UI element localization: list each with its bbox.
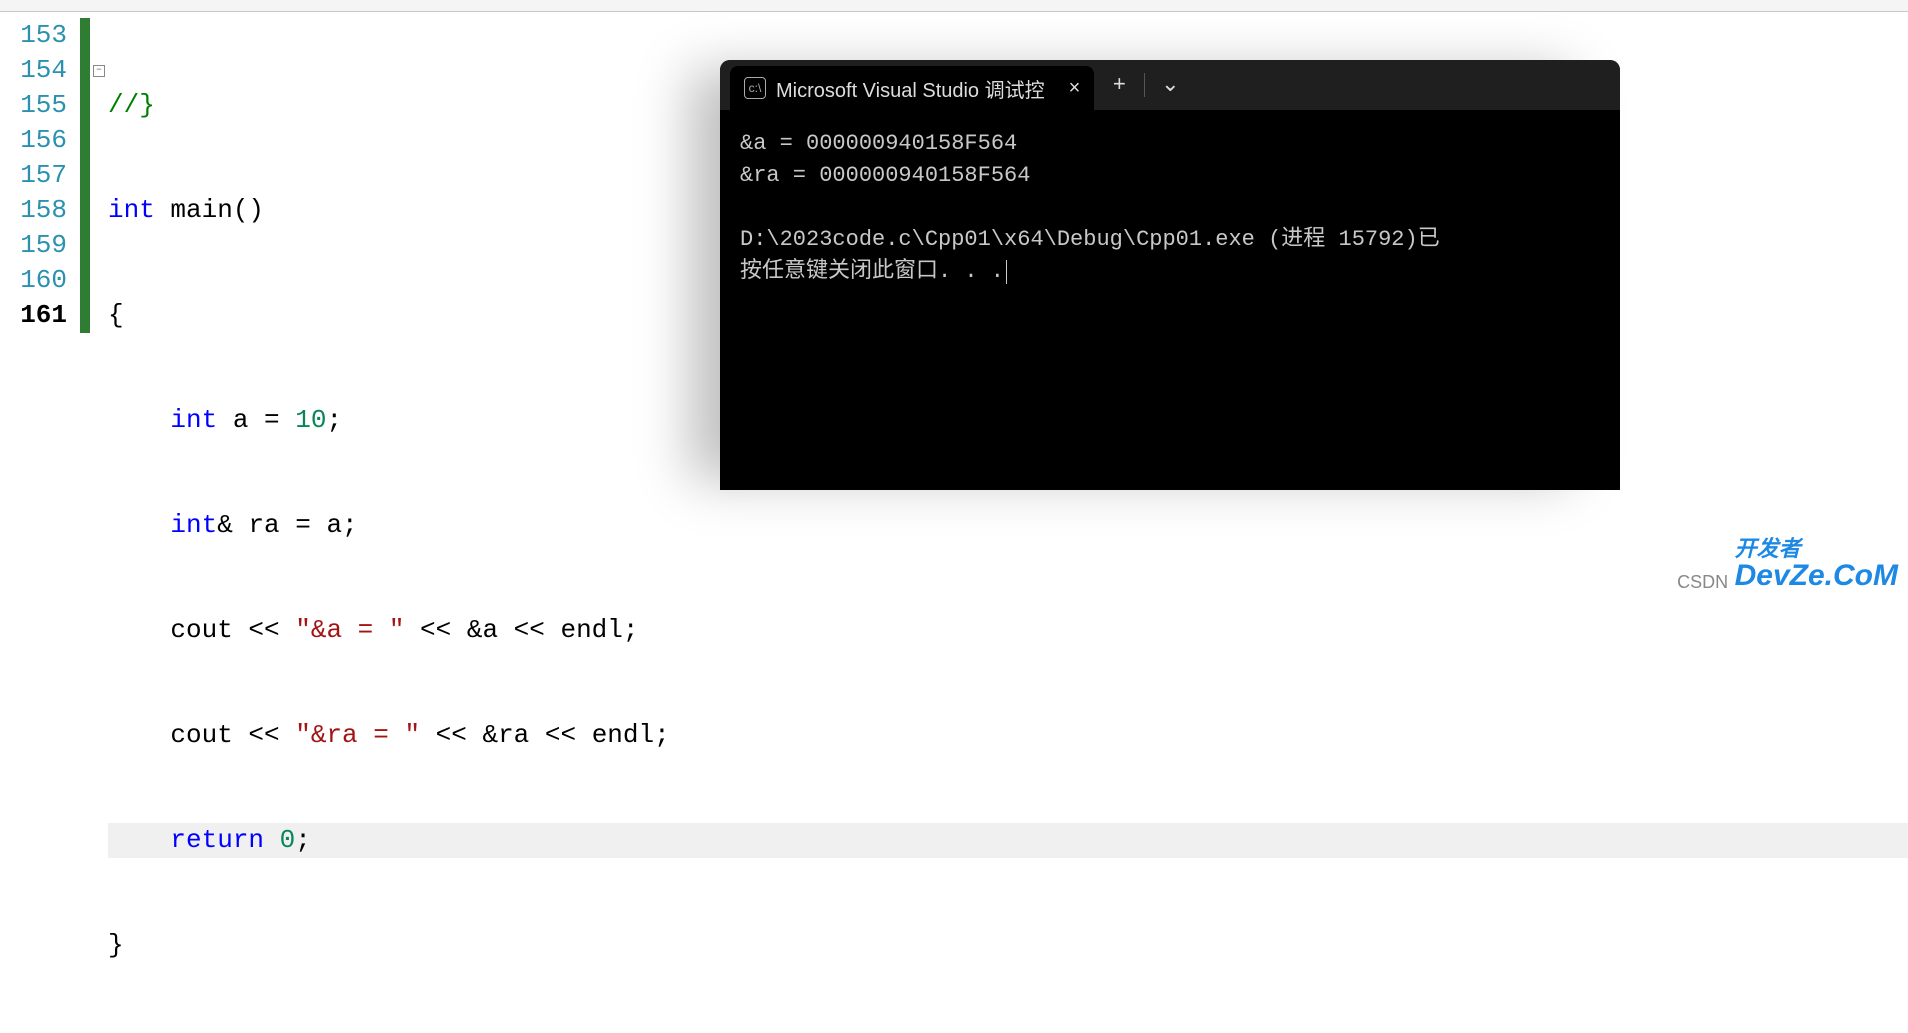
fold-cell [90,88,108,123]
number-token: 10 [295,405,326,435]
text-token: cout << [108,720,295,750]
line-number: 156 [0,123,67,158]
code-line[interactable]: cout << "&a = " << &a << endl; [108,613,1908,648]
fold-column: − [90,12,108,599]
string-token: "&ra = " [295,720,420,750]
fold-cell [90,193,108,228]
change-tick [80,18,90,53]
line-number: 157 [0,158,67,193]
fold-cell [90,18,108,53]
text-token: << &a << endl; [404,615,638,645]
code-line[interactable]: int& ra = a; [108,508,1908,543]
text-token: cout << [108,615,295,645]
output-line: &ra = 000000940158F564 [740,163,1030,188]
change-tick [80,158,90,193]
terminal-tab-title: Microsoft Visual Studio 调试控 [776,74,1045,103]
fold-cell [90,228,108,263]
brace-token: { [108,300,124,330]
change-tick [80,228,90,263]
text-token: & ra = a; [217,510,357,540]
line-number-gutter[interactable]: 153 154 155 156 157 158 159 160 161 [0,12,80,599]
close-icon[interactable]: × [1069,77,1081,100]
change-tick [80,53,90,88]
watermark-prefix: CSDN [1677,572,1728,593]
fold-toggle-icon[interactable]: − [93,65,105,77]
line-number: 159 [0,228,67,263]
code-line[interactable]: return 0; [108,823,1908,858]
text-token: main() [155,195,264,225]
text-token: ; [295,825,311,855]
tab-dropdown-button[interactable]: ⌄ [1145,60,1195,110]
number-token: 0 [280,825,296,855]
keyword-token: return [170,825,264,855]
output-line: D:\2023code.c\Cpp01\x64\Debug\Cpp01.exe … [740,227,1440,252]
line-number: 160 [0,263,67,298]
keyword-token: int [170,405,217,435]
keyword-token: int [108,195,155,225]
watermark-logo: 开发者 DevZe.CoM [1735,539,1898,593]
code-line[interactable]: } [108,928,1908,963]
comment-token: //} [108,90,155,120]
terminal-output[interactable]: &a = 000000940158F564 &ra = 000000940158… [720,110,1620,306]
line-number: 155 [0,88,67,123]
watermark-top: 开发者 [1735,539,1898,559]
terminal-tab-actions: + ⌄ [1094,60,1195,110]
terminal-tab[interactable]: c:\ Microsoft Visual Studio 调试控 × [730,66,1094,110]
change-tick [80,123,90,158]
fold-cell[interactable]: − [90,53,108,88]
string-token: "&a = " [295,615,404,645]
code-line[interactable]: cout << "&ra = " << &ra << endl; [108,718,1908,753]
line-number: 161 [0,298,67,333]
output-line: &a = 000000940158F564 [740,131,1017,156]
keyword-token: int [170,510,217,540]
fold-cell [90,123,108,158]
output-line: 按任意键关闭此窗口. . . [740,259,1004,284]
fold-cell [90,298,108,333]
chevron-down-icon: ⌄ [1161,72,1179,98]
change-tick [80,193,90,228]
line-number: 154 [0,53,67,88]
line-number: 158 [0,193,67,228]
change-tick [80,298,90,333]
debug-console-window[interactable]: c:\ Microsoft Visual Studio 调试控 × + ⌄ &a… [720,60,1620,490]
text-token: << &ra << endl; [420,720,670,750]
change-tick [80,88,90,123]
watermark: CSDN 开发者 DevZe.CoM [1677,539,1898,593]
text-token: a = [217,405,295,435]
change-indicator-bar [80,12,90,599]
watermark-bottom: DevZe.CoM [1735,559,1898,592]
plus-icon: + [1113,73,1126,98]
text-token: ; [326,405,342,435]
change-tick [80,263,90,298]
new-tab-button[interactable]: + [1094,60,1144,110]
terminal-cursor [1006,260,1007,284]
cmd-icon: c:\ [744,77,766,99]
fold-cell [90,263,108,298]
line-number: 153 [0,18,67,53]
terminal-titlebar[interactable]: c:\ Microsoft Visual Studio 调试控 × + ⌄ [720,60,1620,110]
text-token [264,825,280,855]
brace-token: } [108,930,124,960]
fold-cell [90,158,108,193]
editor-ruler [0,0,1908,12]
